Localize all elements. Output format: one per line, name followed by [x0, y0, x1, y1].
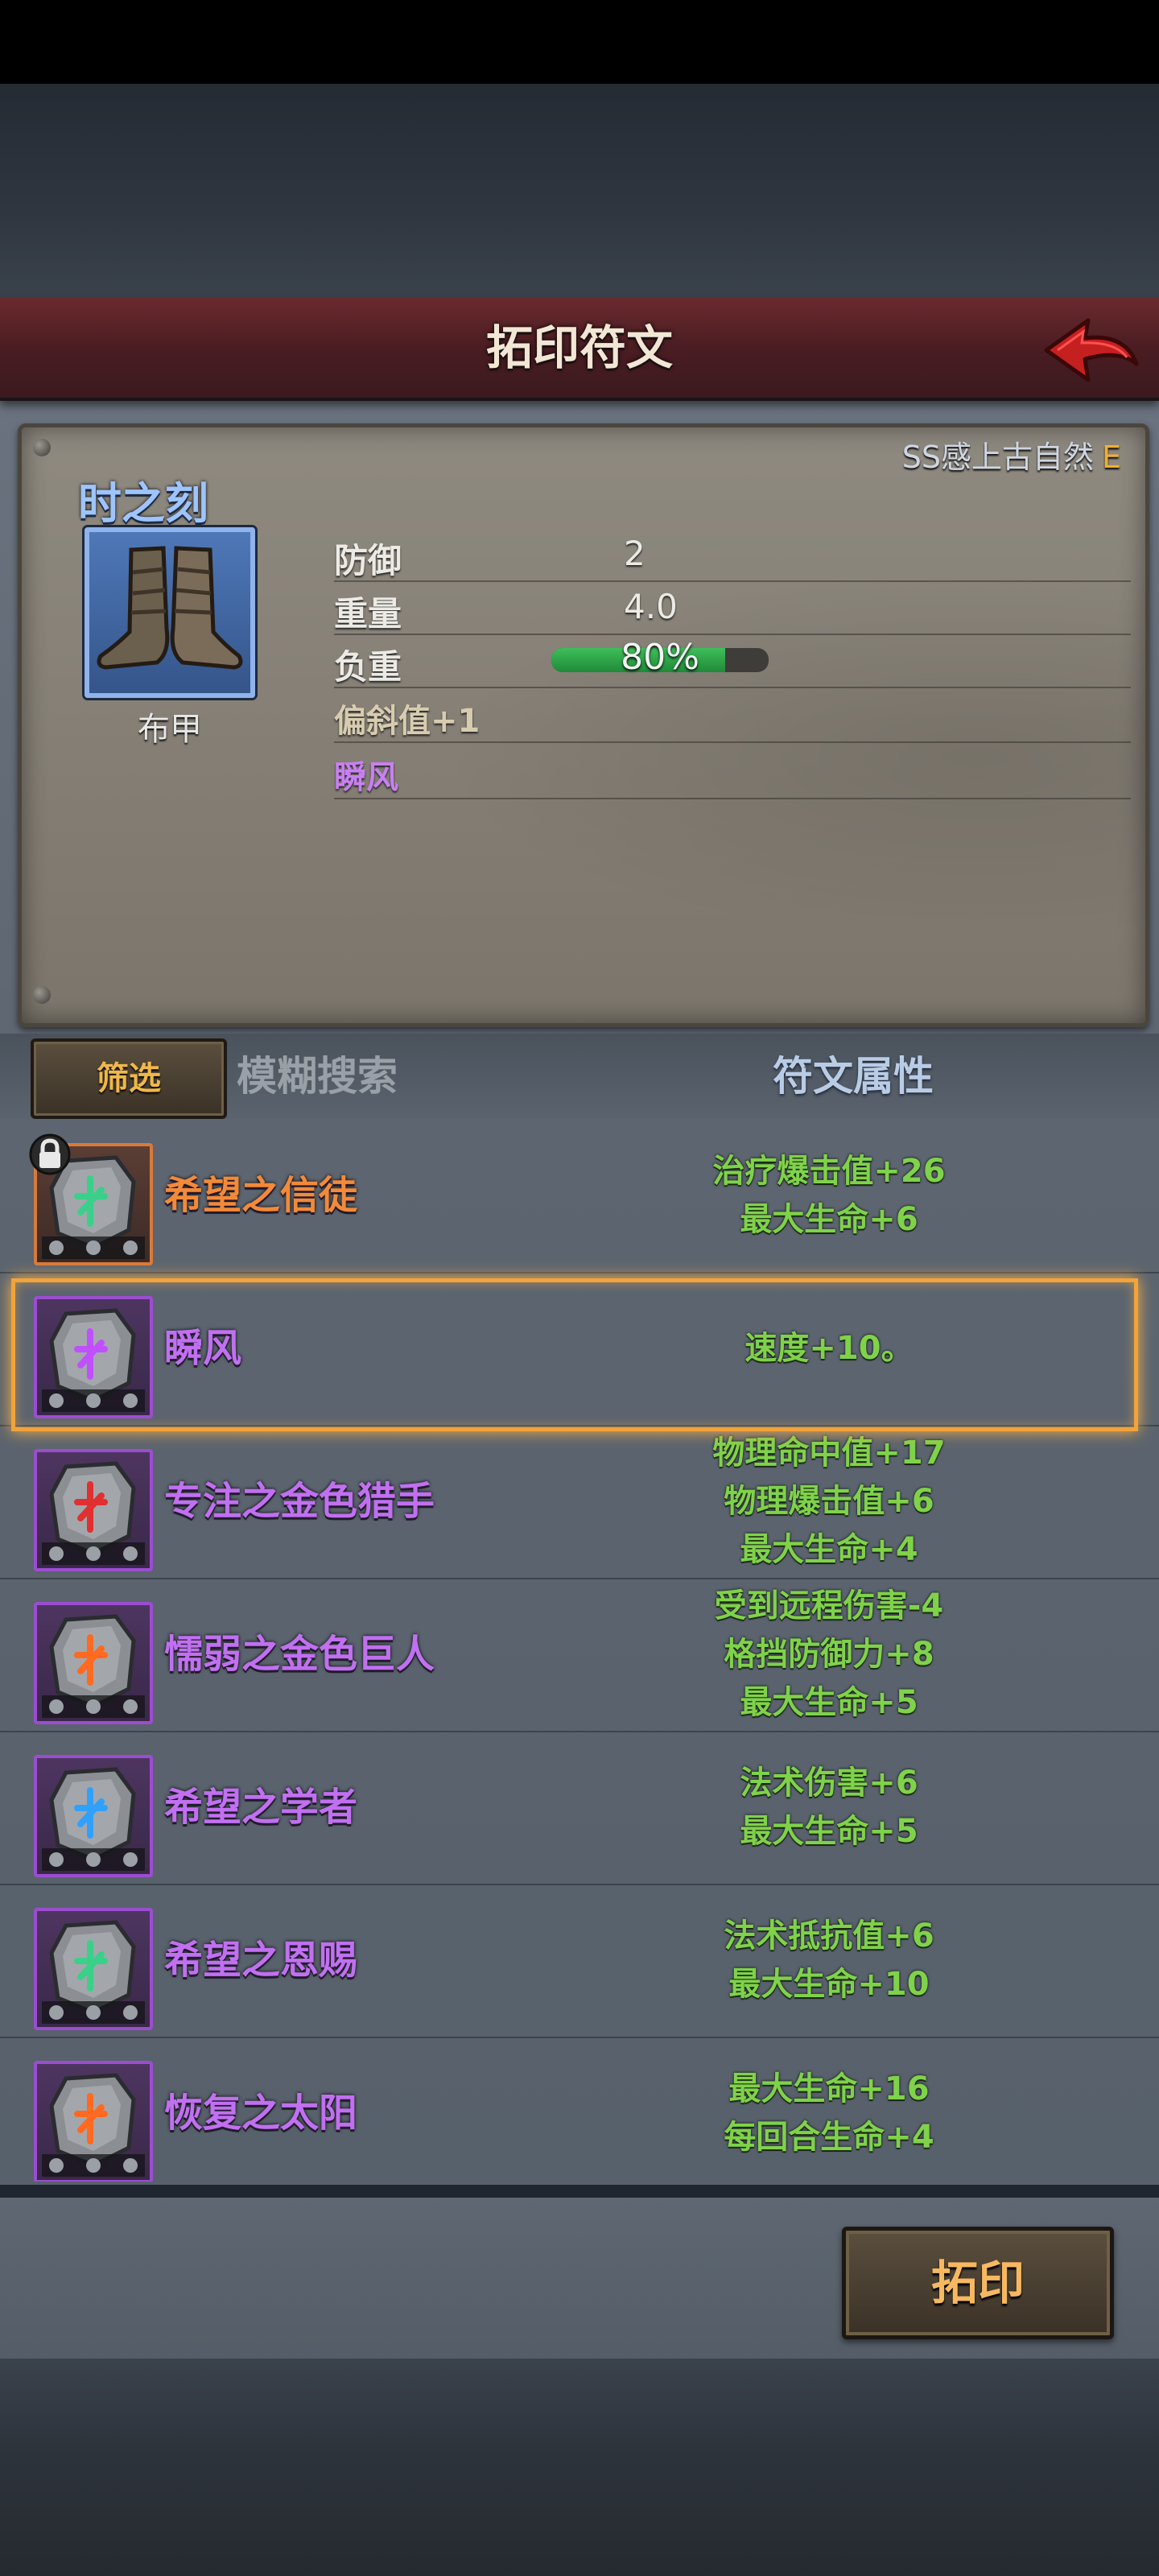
- back-arrow-icon: [1044, 318, 1139, 382]
- quality-grade: E: [1101, 440, 1121, 475]
- rune-attribute: 最大生命+5: [740, 1684, 918, 1721]
- print-rune-button[interactable]: 拓印: [842, 2227, 1114, 2339]
- lock-icon: [29, 1133, 71, 1175]
- title-bar: 拓印符文: [0, 298, 1159, 401]
- rune-attribute: 最大生命+5: [740, 1813, 918, 1850]
- filter-button-label: 筛选: [97, 1060, 161, 1097]
- rune-name: 希望之信徒: [164, 1173, 358, 1218]
- print-rune-button-label: 拓印: [930, 2256, 1025, 2310]
- rune-list-item[interactable]: 专注之金色猎手 物理命中值+17 物理爆击值+6 最大生命+4: [0, 1425, 1159, 1579]
- rune-stone-icon: [42, 1461, 145, 1565]
- rune-attributes: 法术伤害+6 最大生命+5: [628, 1731, 1030, 1884]
- extra-attr-text: 瞬风: [334, 759, 398, 796]
- rune-list-item[interactable]: 懦弱之金色巨人 受到远程伤害-4 格挡防御力+8 最大生命+5: [0, 1578, 1159, 1732]
- stat-row-defense: 防御 2: [334, 527, 1131, 582]
- rune-stone-icon: [42, 1767, 145, 1871]
- extra-attr-row: 偏斜值+1: [334, 688, 1131, 743]
- rune-icon: [34, 1755, 153, 1877]
- rune-attributes: 受到远程伤害-4 格挡防御力+8 最大生命+5: [628, 1578, 1030, 1731]
- rune-attribute: 速度+10。: [744, 1330, 914, 1367]
- rune-attribute: 格挡防御力+8: [724, 1636, 934, 1673]
- rune-attributes: 法术抵抗值+6 最大生命+10: [628, 1884, 1030, 2037]
- rune-attributes-header: 符文属性: [773, 1053, 934, 1100]
- rune-icon: [34, 1908, 153, 2030]
- top-background: [0, 84, 1159, 298]
- rune-attributes: 治疗爆击值+26 最大生命+6: [628, 1119, 1030, 1272]
- rune-list-item[interactable]: 瞬风 速度+10。: [0, 1272, 1159, 1426]
- rune-attribute: 法术伤害+6: [740, 1765, 918, 1802]
- search-strip: 筛选 符文属性: [0, 1034, 1159, 1119]
- bottom-background: [0, 2359, 1159, 2576]
- rivet-icon: [33, 439, 51, 456]
- stat-label: 负重: [334, 647, 402, 687]
- rune-icon: [34, 1449, 153, 1571]
- rune-stone-icon: [42, 1308, 145, 1412]
- list-divider: [0, 2185, 1159, 2198]
- item-name: 时之刻: [78, 478, 208, 529]
- rune-attribute: 法术抵抗值+6: [724, 1918, 934, 1955]
- stat-value: 4.0: [624, 587, 678, 626]
- item-type: 布甲: [138, 711, 202, 748]
- rune-stone-icon: [42, 1920, 145, 2024]
- item-info-card: SS感上古自然 E 时之刻 布甲 防御 2 重量 4.0 负重 80% 偏斜值+…: [18, 423, 1149, 1027]
- rune-attribute: 最大生命+6: [740, 1201, 918, 1238]
- rune-attribute: 最大生命+10: [728, 1966, 930, 2003]
- search-input[interactable]: [235, 1042, 657, 1111]
- stat-label: 防御: [334, 541, 402, 580]
- rune-list-item[interactable]: 恢复之太阳 最大生命+16 每回合生命+4: [0, 2037, 1159, 2182]
- rune-attributes: 物理命中值+17 物理爆击值+6 最大生命+4: [628, 1425, 1030, 1578]
- rivet-icon: [33, 986, 51, 1004]
- rune-attributes: 速度+10。: [628, 1272, 1030, 1425]
- rune-name: 希望之恩赐: [164, 1938, 358, 1983]
- rune-name: 专注之金色猎手: [164, 1479, 435, 1524]
- item-quality: SS感上古自然 E: [902, 432, 1121, 477]
- page-title: 拓印符文: [485, 320, 673, 375]
- rune-attribute: 受到远程伤害-4: [714, 1587, 944, 1624]
- extra-attr-text: 偏斜值+1: [334, 703, 481, 740]
- status-bar: [0, 0, 1159, 84]
- rune-list-item[interactable]: 希望之信徒 治疗爆击值+26 最大生命+6: [0, 1119, 1159, 1274]
- rune-name: 懦弱之金色巨人: [164, 1632, 435, 1677]
- back-button[interactable]: [1038, 314, 1143, 386]
- rune-list-item[interactable]: 希望之学者 法术伤害+6 最大生命+5: [0, 1731, 1159, 1885]
- app-root: 拓印符文 SS感上古自然 E 时之刻 布甲 防御 2 重量 4.0 负重 80%…: [0, 0, 1159, 2576]
- stat-value: 2: [624, 534, 645, 573]
- stat-row-load: 负重 80%: [334, 634, 1131, 688]
- rune-attributes: 最大生命+16 每回合生命+4: [628, 2037, 1030, 2182]
- boots-icon: [97, 546, 243, 670]
- quality-text: SS感上古自然: [901, 440, 1094, 475]
- stat-label: 重量: [334, 594, 402, 634]
- rune-stone-icon: [42, 2073, 145, 2177]
- filter-button[interactable]: 筛选: [31, 1038, 227, 1119]
- rune-stone-icon: [42, 1614, 145, 1718]
- stat-row-weight: 重量 4.0: [334, 580, 1131, 635]
- rune-name: 瞬风: [164, 1326, 242, 1371]
- rune-icon: [34, 2061, 153, 2182]
- rune-list[interactable]: 希望之信徒 治疗爆击值+26 最大生命+6 瞬风 速度+10。专注之金色猎手 物理命中值+…: [0, 1119, 1159, 2182]
- rune-name: 恢复之太阳: [164, 2091, 358, 2136]
- rune-list-item[interactable]: 希望之恩赐 法术抵抗值+6 最大生命+10: [0, 1884, 1159, 2038]
- rune-attribute: 最大生命+4: [740, 1531, 918, 1568]
- item-image-frame[interactable]: [85, 527, 255, 698]
- load-percent: 80%: [621, 637, 699, 678]
- rune-attribute: 物理爆击值+6: [724, 1483, 934, 1520]
- rune-attribute: 物理命中值+17: [712, 1435, 946, 1472]
- extra-attr-row: 瞬风: [334, 745, 1131, 799]
- rune-attribute: 每回合生命+4: [724, 2119, 934, 2156]
- rune-icon: [34, 1602, 153, 1724]
- rune-attribute: 最大生命+16: [728, 2070, 930, 2107]
- rune-attribute: 治疗爆击值+26: [712, 1153, 946, 1190]
- rune-icon: [34, 1296, 153, 1418]
- rune-name: 希望之学者: [164, 1785, 358, 1830]
